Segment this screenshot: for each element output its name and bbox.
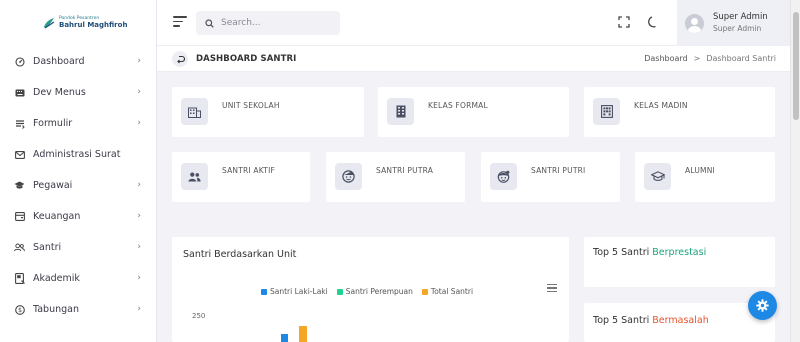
breadcrumb-home-link[interactable]: Dashboard	[644, 54, 687, 63]
search-icon	[205, 18, 214, 28]
stat-card-kelas-madin: KELAS MADIN	[584, 87, 775, 137]
stat-label: SANTRI AKTIF	[222, 166, 276, 175]
sidebar: Pondok Pesantren Bahrul Maghfiroh Dashbo…	[0, 0, 157, 342]
logo-mark-icon	[44, 18, 55, 29]
sidebar-menu: Dashboard › Dev Menus › Formulir › Admin…	[0, 46, 156, 325]
sidebar-item-label: Formulir	[33, 118, 73, 129]
sidebar-item-label: Keuangan	[33, 211, 81, 222]
chevron-right-icon: ›	[137, 273, 141, 283]
sidebar-item-label: Dev Menus	[33, 87, 86, 98]
chart-plot: 250	[192, 312, 307, 342]
top-navbar: Super Admin Super Admin	[157, 0, 790, 46]
sidebar-item-dev-menus[interactable]: Dev Menus ›	[0, 77, 156, 108]
page-scrollbar[interactable]	[790, 0, 800, 342]
scrollbar-thumb[interactable]	[793, 12, 799, 120]
chevron-right-icon: ›	[137, 304, 141, 314]
search-input[interactable]	[221, 18, 321, 28]
panel-title: Top 5 Santri Berprestasi	[593, 247, 706, 258]
sidebar-item-label: Administrasi Surat	[33, 149, 121, 160]
breadcrumb-separator: >	[693, 54, 701, 63]
breadcrumb: Dashboard > Dashboard Santri	[644, 54, 776, 63]
stat-card-santri-putri: SANTRI PUTRI	[481, 152, 620, 202]
stat-label: UNIT SEKOLAH	[222, 101, 280, 110]
breadcrumb-current: Dashboard Santri	[706, 54, 776, 63]
sidebar-item-santri[interactable]: Santri ›	[0, 232, 156, 263]
title-prefix: Top 5 Santri	[593, 315, 653, 326]
title-highlight: Berprestasi	[652, 247, 707, 258]
back-button[interactable]	[172, 51, 188, 67]
svg-text:$: $	[18, 307, 22, 314]
bar-total-santri[interactable]	[299, 326, 307, 342]
sidebar-item-dashboard[interactable]: Dashboard ›	[0, 46, 156, 77]
sidebar-item-pegawai[interactable]: Pegawai ›	[0, 170, 156, 201]
stat-label: KELAS MADIN	[634, 101, 688, 110]
chevron-right-icon: ›	[137, 211, 141, 221]
brand-logo[interactable]: Pondok Pesantren Bahrul Maghfiroh	[0, 0, 156, 46]
sidebar-item-label: Akademik	[33, 273, 80, 284]
sidebar-item-label: Pegawai	[33, 180, 73, 191]
sidebar-item-formulir[interactable]: Formulir ›	[0, 108, 156, 139]
coin-icon: $	[14, 304, 25, 315]
stat-label: SANTRI PUTRA	[376, 166, 434, 175]
graduation-cap-icon	[14, 180, 25, 191]
sidebar-item-tabungan[interactable]: $ Tabungan ›	[0, 294, 156, 325]
apartment-icon	[593, 98, 620, 125]
sidebar-item-label: Santri	[33, 242, 62, 253]
menu-toggle-icon[interactable]	[173, 16, 187, 28]
building-icon	[181, 98, 208, 125]
chevron-right-icon: ›	[137, 56, 141, 66]
top5-bermasalah-panel: Top 5 Santri Bermasalah	[584, 303, 775, 342]
chevron-right-icon: ›	[137, 87, 141, 97]
sidebar-item-label: Tabungan	[33, 304, 79, 315]
settings-fab-button[interactable]	[748, 291, 777, 320]
stat-card-kelas-formal: KELAS FORMAL	[378, 87, 569, 137]
sidebar-item-akademik[interactable]: Akademik ›	[0, 263, 156, 294]
stat-card-alumni: ALUMNI	[635, 152, 775, 202]
search-box[interactable]	[196, 11, 340, 35]
page-title: DASHBOARD SANTRI	[196, 54, 297, 64]
sidebar-item-label: Dashboard	[33, 56, 85, 67]
page-header: DASHBOARD SANTRI Dashboard > Dashboard S…	[157, 46, 790, 72]
sidebar-item-administrasi-surat[interactable]: Administrasi Surat	[0, 139, 156, 170]
chevron-right-icon: ›	[137, 180, 141, 190]
graduation-cap-icon	[644, 163, 671, 190]
people-icon	[181, 163, 208, 190]
title-prefix: Top 5 Santri	[593, 247, 653, 258]
stat-card-santri-putra: SANTRI PUTRA	[326, 152, 465, 202]
bar-santri-laki-laki[interactable]	[281, 334, 288, 342]
stat-label: ALUMNI	[685, 166, 715, 175]
stat-label: SANTRI PUTRI	[531, 166, 586, 175]
user-name: Super Admin	[713, 11, 768, 22]
panel-title: Top 5 Santri Bermasalah	[593, 315, 709, 326]
wallet-icon	[14, 211, 25, 222]
form-icon	[14, 118, 25, 129]
chevron-right-icon: ›	[137, 118, 141, 128]
title-highlight: Bermasalah	[652, 315, 709, 326]
keyboard-icon	[14, 87, 25, 98]
chevron-right-icon: ›	[137, 242, 141, 252]
fullscreen-icon[interactable]	[617, 15, 631, 29]
top5-berprestasi-panel: Top 5 Santri Berprestasi	[584, 237, 775, 287]
chart-panel-santri-unit: Santri Berdasarkan Unit Santri Laki-Laki…	[172, 237, 569, 342]
stat-card-santri-aktif: SANTRI AKTIF	[172, 152, 310, 202]
y-tick-label: 250	[192, 312, 205, 320]
user-role: Super Admin	[713, 23, 762, 33]
avatar	[685, 13, 704, 33]
user-menu[interactable]: Super Admin Super Admin	[677, 0, 790, 46]
dark-mode-moon-icon[interactable]	[646, 15, 660, 29]
office-building-icon	[387, 98, 414, 125]
mail-icon	[14, 149, 25, 160]
users-icon	[14, 242, 25, 253]
stat-label: KELAS FORMAL	[428, 101, 488, 110]
face-female-icon	[490, 163, 517, 190]
face-icon	[335, 163, 362, 190]
back-arrow-icon	[176, 55, 185, 63]
dashboard-icon	[14, 56, 25, 67]
brand-line-2: Bahrul Maghfiroh	[59, 20, 128, 29]
gear-icon	[756, 299, 769, 312]
sidebar-item-keuangan[interactable]: Keuangan ›	[0, 201, 156, 232]
book-icon	[14, 273, 25, 284]
stat-card-unit-sekolah: UNIT SEKOLAH	[172, 87, 364, 137]
